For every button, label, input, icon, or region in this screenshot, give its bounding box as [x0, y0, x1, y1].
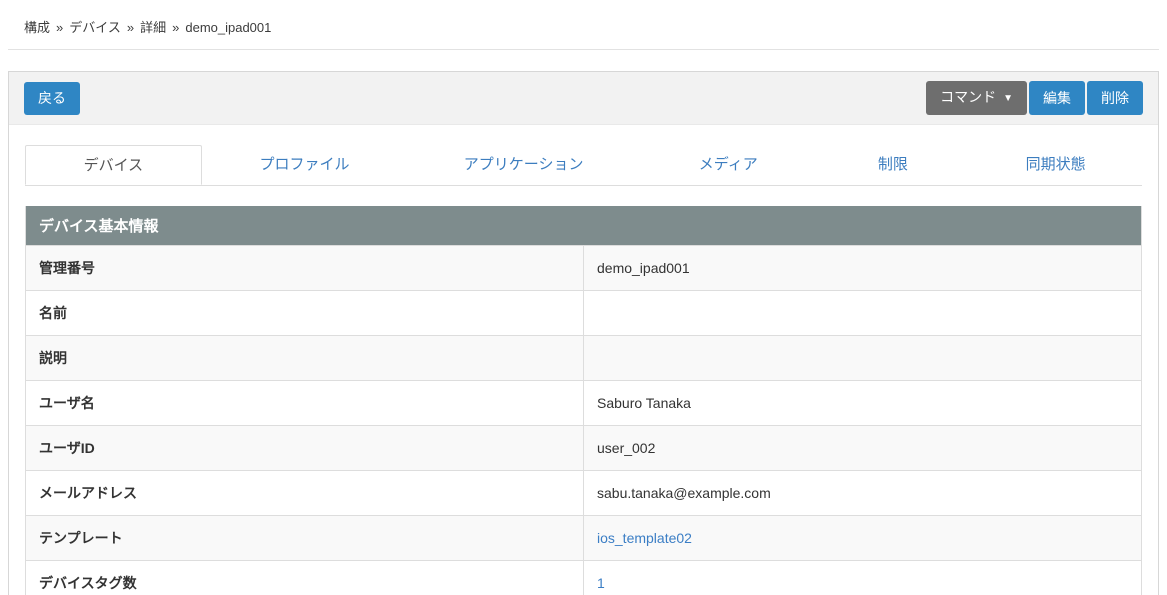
row-label: デバイスタグ数: [26, 561, 584, 595]
breadcrumb-link[interactable]: デバイス: [69, 20, 121, 35]
row-value: demo_ipad001: [584, 246, 1142, 291]
table-section-title: デバイス基本情報: [26, 206, 1142, 246]
device-info-rows: 管理番号demo_ipad001名前説明ユーザ名Saburo Tanakaユーザ…: [26, 246, 1142, 595]
row-value: 1: [584, 561, 1142, 595]
table-row: テンプレート ios_template02: [26, 516, 1142, 561]
row-value: sabu.tanaka@example.com: [584, 471, 1142, 516]
breadcrumb: 構成 » デバイス » 詳細 » demo_ipad001: [0, 0, 1167, 49]
breadcrumb-separator: »: [127, 20, 134, 35]
row-value: user_002: [584, 426, 1142, 471]
table-row: ユーザIDuser_002: [26, 426, 1142, 471]
breadcrumb-link[interactable]: 構成: [24, 20, 50, 35]
row-label: 名前: [26, 291, 584, 336]
edit-button[interactable]: 編集: [1029, 81, 1085, 115]
command-dropdown-button[interactable]: コマンド ▼: [926, 81, 1027, 115]
tab-profile[interactable]: プロファイル: [202, 145, 408, 185]
action-button-group: コマンド ▼ 編集 削除: [926, 81, 1143, 115]
table-row: 名前: [26, 291, 1142, 336]
breadcrumb-separator: »: [172, 20, 179, 35]
top-divider: [8, 49, 1159, 50]
row-value: [584, 291, 1142, 336]
table-row: 説明: [26, 336, 1142, 381]
row-value-link[interactable]: 1: [597, 575, 605, 591]
breadcrumb-separator: »: [56, 20, 63, 35]
table-row: ユーザ名Saburo Tanaka: [26, 381, 1142, 426]
back-button[interactable]: 戻る: [24, 82, 80, 115]
table-row: メールアドレスsabu.tanaka@example.com: [26, 471, 1142, 516]
row-label: 説明: [26, 336, 584, 381]
tab-media[interactable]: メディア: [640, 145, 817, 185]
row-label: メールアドレス: [26, 471, 584, 516]
device-info-section: デバイス基本情報 管理番号demo_ipad001名前説明ユーザ名Saburo …: [25, 206, 1142, 595]
table-row: デバイスタグ数 1: [26, 561, 1142, 595]
row-label: ユーザID: [26, 426, 584, 471]
breadcrumb-link[interactable]: 詳細: [140, 20, 166, 35]
device-info-table: デバイス基本情報 管理番号demo_ipad001名前説明ユーザ名Saburo …: [25, 206, 1142, 595]
breadcrumb-current: demo_ipad001: [185, 20, 271, 35]
table-row: 管理番号demo_ipad001: [26, 246, 1142, 291]
device-detail-panel: 戻る コマンド ▼ 編集 削除 デバイスプロファイルアプリケーションメディア制限同…: [8, 71, 1159, 595]
row-value-link[interactable]: ios_template02: [597, 530, 692, 546]
tab-restriction[interactable]: 制限: [817, 145, 970, 185]
row-value: ios_template02: [584, 516, 1142, 561]
row-value: [584, 336, 1142, 381]
row-label: ユーザ名: [26, 381, 584, 426]
delete-button[interactable]: 削除: [1087, 81, 1143, 115]
command-label: コマンド: [940, 89, 996, 105]
tab-sync-status[interactable]: 同期状態: [969, 145, 1142, 185]
row-value: Saburo Tanaka: [584, 381, 1142, 426]
row-label: テンプレート: [26, 516, 584, 561]
tab-application[interactable]: アプリケーション: [407, 145, 640, 185]
tab-bar: デバイスプロファイルアプリケーションメディア制限同期状態: [25, 145, 1142, 186]
tab-device[interactable]: デバイス: [25, 145, 202, 185]
row-label: 管理番号: [26, 246, 584, 291]
toolbar: 戻る コマンド ▼ 編集 削除: [9, 72, 1158, 125]
chevron-down-icon: ▼: [1003, 93, 1013, 104]
